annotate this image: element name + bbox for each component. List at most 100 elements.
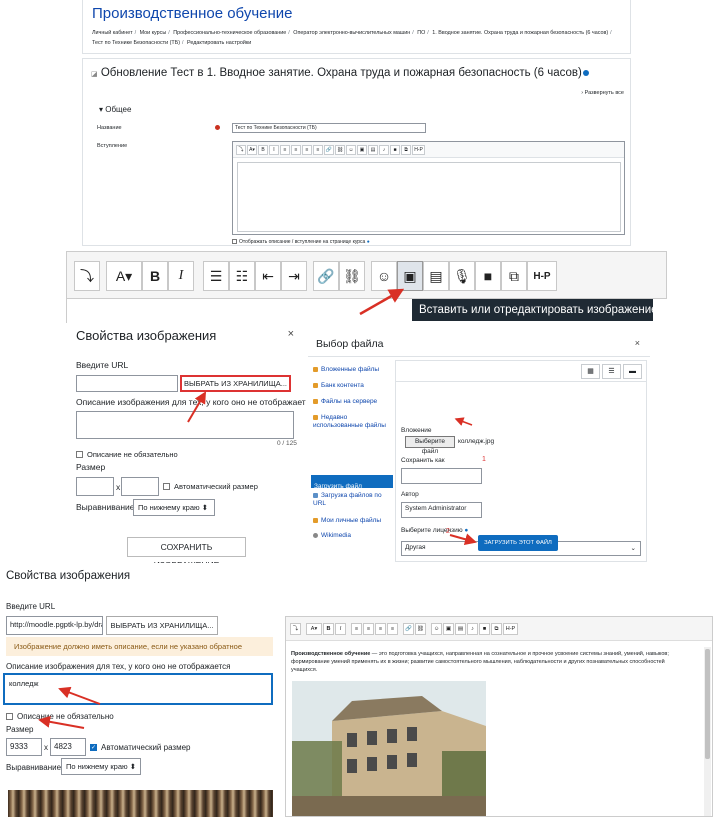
toolbar-button[interactable]: ■ (479, 622, 490, 635)
tree-view-icon[interactable]: ▬ (623, 364, 642, 379)
toolbar-button[interactable]: ≡ (302, 144, 312, 155)
url-input[interactable] (76, 375, 178, 392)
toolbar-button[interactable]: ▣ (357, 144, 367, 155)
ordered-list-button[interactable]: ☷ (229, 261, 255, 291)
toolbar-button[interactable]: H-P (412, 144, 425, 155)
auto-size-checkbox[interactable]: ✓ (90, 744, 97, 751)
repo-wikimedia[interactable]: Wikimedia (313, 532, 351, 540)
list-view-icon[interactable]: ☰ (602, 364, 621, 379)
alignment-select[interactable]: По нижнему краю ⬍ (61, 758, 141, 775)
section-general[interactable]: ▾ Общее (99, 105, 131, 114)
toolbar-button[interactable]: ♪ (467, 622, 478, 635)
repo-recent-files[interactable]: Недавно использованные файлы (313, 414, 391, 430)
breadcrumb-item[interactable]: 1. Вводное занятие. Охрана труда и пожар… (432, 30, 608, 36)
toolbar-button[interactable]: ⤵ (236, 144, 246, 155)
name-input[interactable]: Тест по Технике Безопасности (ТБ) (232, 123, 426, 133)
close-icon[interactable]: × (288, 328, 294, 340)
outdent-button[interactable]: ⇤ (255, 261, 281, 291)
toolbar-button[interactable]: B (258, 144, 268, 155)
url-input[interactable]: http://moodle.pgptk-lp.by/dra (6, 616, 103, 635)
toolbar-button[interactable]: I (269, 144, 279, 155)
decorative-checkbox[interactable] (6, 713, 13, 720)
height-input[interactable]: 4823 (50, 738, 86, 756)
repo-upload-file[interactable]: Загрузить файл (311, 475, 393, 490)
toolbar-button[interactable]: ≡ (280, 144, 290, 155)
auto-size-checkbox[interactable] (163, 483, 170, 490)
toolbar-button[interactable]: ☺ (431, 622, 442, 635)
toolbar-button[interactable]: ≡ (363, 622, 374, 635)
description-textarea[interactable]: колледж (3, 673, 273, 705)
toolbar-button[interactable]: B (323, 622, 334, 635)
toolbar-button[interactable]: ■ (390, 144, 400, 155)
breadcrumb-item[interactable]: Личный кабинет (92, 30, 133, 36)
toolbar-button[interactable]: ⤵ (290, 622, 301, 635)
info-icon[interactable] (582, 69, 589, 76)
insert-image-button[interactable]: ▣ (397, 261, 423, 291)
paragraph-style-button[interactable]: A▾ (106, 261, 142, 291)
expand-all-link[interactable]: › Развернуть все (581, 90, 624, 96)
italic-button[interactable]: I (168, 261, 194, 291)
record-audio-button[interactable]: 🎙 (449, 261, 475, 291)
intro-textarea[interactable] (237, 162, 621, 232)
toolbar-button[interactable]: ☺ (346, 144, 356, 155)
toolbar-button[interactable]: H-P (503, 622, 518, 635)
repo-content-bank[interactable]: Банк контента (313, 382, 364, 390)
width-input[interactable] (76, 477, 114, 496)
toolbar-button[interactable]: ⧉ (491, 622, 502, 635)
save-as-input[interactable] (401, 468, 482, 484)
close-icon[interactable]: × (635, 338, 640, 348)
link-button[interactable]: 🔗 (313, 261, 339, 291)
toolbar-button[interactable]: 🔗 (324, 144, 334, 155)
toolbar-button[interactable]: ♪ (379, 144, 389, 155)
toolbar-button[interactable]: ▤ (455, 622, 466, 635)
breadcrumb-item[interactable]: Мои курсы (140, 30, 167, 36)
toolbar-button[interactable]: I (335, 622, 346, 635)
height-input[interactable] (121, 477, 159, 496)
description-textarea[interactable] (76, 411, 294, 439)
author-input[interactable]: System Administrator (401, 502, 482, 518)
indent-button[interactable]: ⇥ (281, 261, 307, 291)
toolbar-button[interactable]: ⛓ (415, 622, 426, 635)
toolbar-button[interactable]: ▤ (368, 144, 378, 155)
scrollbar-thumb[interactable] (705, 649, 710, 759)
save-image-button[interactable]: СОХРАНИТЬ ИЗОБРАЖЕНИЕ (127, 537, 246, 563)
toolbar-button[interactable]: ≡ (387, 622, 398, 635)
toolbar-button[interactable]: ⛓ (335, 144, 345, 155)
editor-scrollbar[interactable] (704, 647, 711, 816)
repo-server-files[interactable]: Файлы на сервере (313, 398, 377, 406)
toolbar-button[interactable]: ⧉ (401, 144, 411, 155)
grid-view-icon[interactable]: ▦ (581, 364, 600, 379)
choose-file-button[interactable]: Выберите файл (405, 436, 455, 455)
record-video-button[interactable]: ■ (475, 261, 501, 291)
toolbar-button[interactable]: A▾ (306, 622, 322, 635)
breadcrumb-item[interactable]: Профессионально-техническое образование (173, 30, 286, 36)
media-button[interactable]: ▤ (423, 261, 449, 291)
repo-attached-files[interactable]: Вложенные файлы (313, 366, 379, 374)
breadcrumb-item[interactable]: ПО (417, 30, 425, 36)
toolbar-button[interactable]: ≡ (375, 622, 386, 635)
emoji-button[interactable]: ☺ (371, 261, 397, 291)
browse-repositories-button[interactable]: ВЫБРАТЬ ИЗ ХРАНИЛИЩА... (106, 616, 218, 635)
h5p-button[interactable]: H-P (527, 261, 557, 291)
decorative-checkbox[interactable] (76, 451, 83, 458)
toolbar-button[interactable]: ≡ (313, 144, 323, 155)
unordered-list-button[interactable]: ☰ (203, 261, 229, 291)
toolbar-button[interactable]: A▾ (247, 144, 257, 155)
breadcrumb-item[interactable]: Тест по Технике Безопасности (ТБ) (92, 40, 180, 46)
inserted-image[interactable] (292, 681, 486, 816)
toolbar-button[interactable]: ≡ (351, 622, 362, 635)
toolbar-button[interactable]: 🔗 (403, 622, 414, 635)
alignment-select[interactable]: По нижнему краю ⬍ (133, 499, 215, 516)
upload-file-button[interactable]: ЗАГРУЗИТЬ ЭТОТ ФАЙЛ (478, 535, 558, 551)
manage-files-button[interactable]: ⧉ (501, 261, 527, 291)
collapse-button[interactable]: ⤵ (74, 261, 100, 291)
editor-content-text[interactable]: Производственное обучение — это подготов… (291, 650, 689, 674)
browse-repositories-button[interactable]: ВЫБРАТЬ ИЗ ХРАНИЛИЩА... (180, 375, 291, 392)
breadcrumb-item[interactable]: Оператор электронно-вычислительных машин (293, 30, 410, 36)
toolbar-button[interactable]: ▣ (443, 622, 454, 635)
unlink-button[interactable]: ⛓ (339, 261, 365, 291)
show-description-checkbox[interactable]: Отображать описание / вступление на стра… (232, 239, 370, 245)
width-input[interactable]: 9333 (6, 738, 42, 756)
toolbar-button[interactable]: ≡ (291, 144, 301, 155)
repo-private-files[interactable]: Мои личные файлы (313, 517, 381, 525)
